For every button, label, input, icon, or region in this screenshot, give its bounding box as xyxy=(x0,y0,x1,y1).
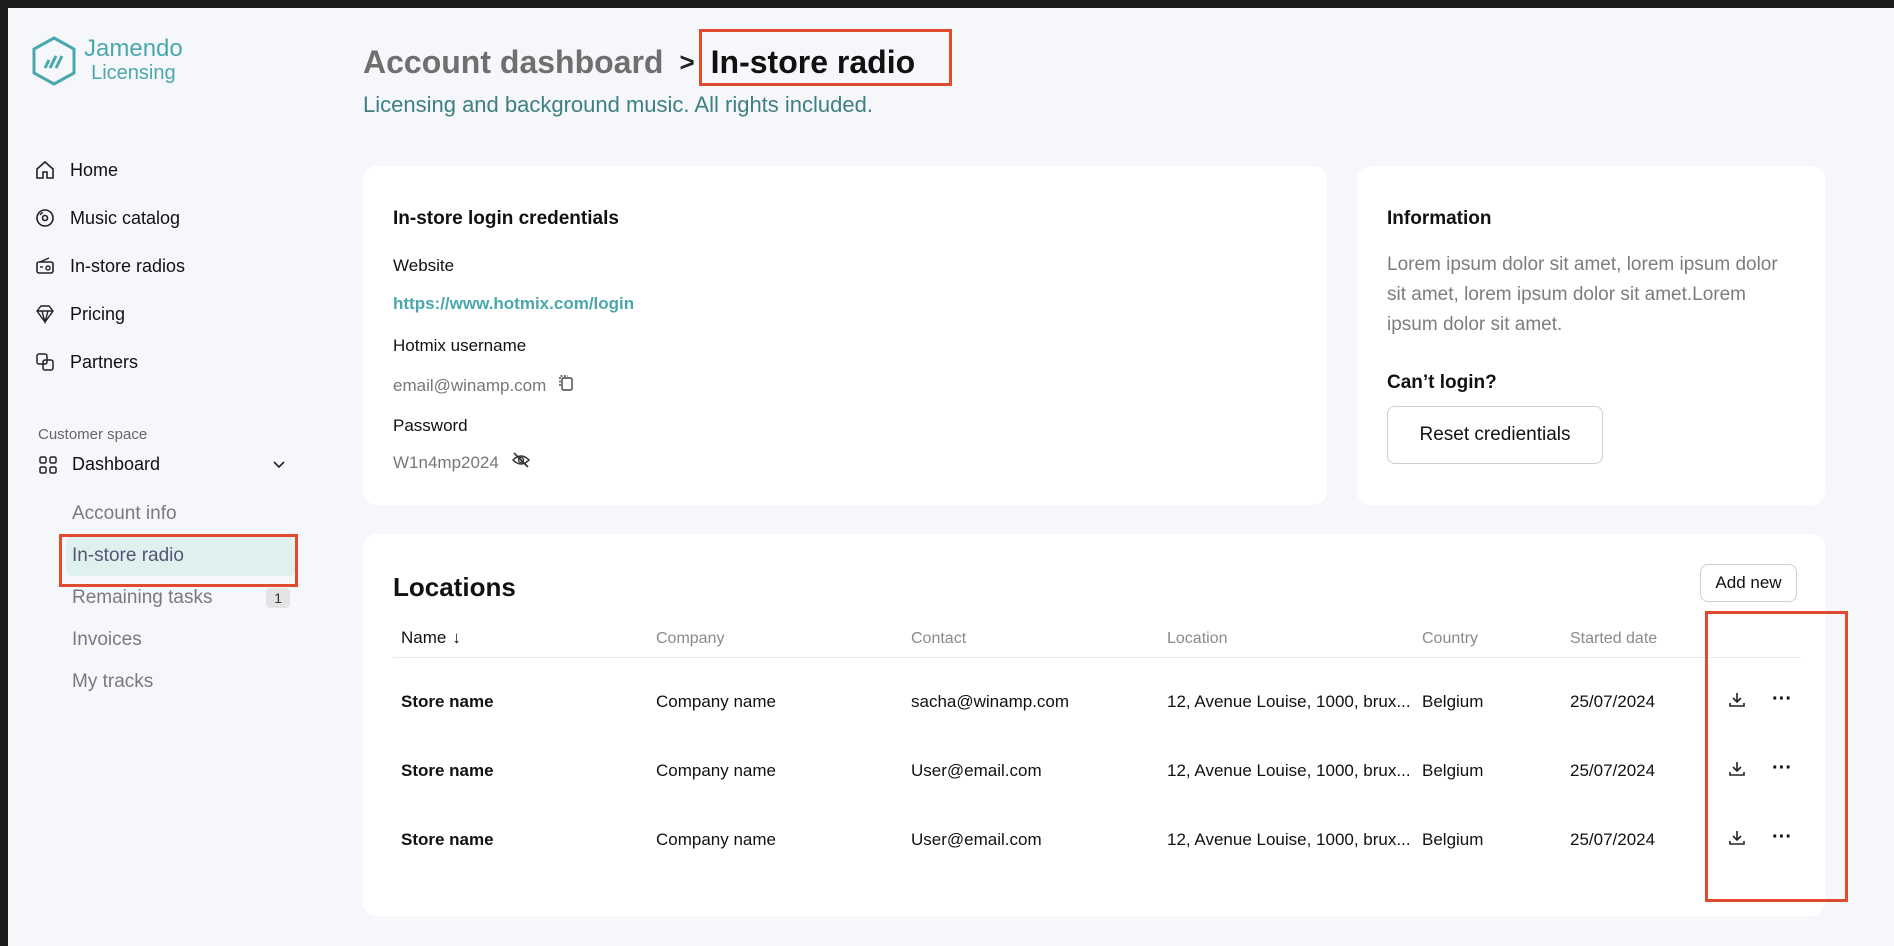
cell-contact: User@email.com xyxy=(911,830,1042,849)
home-icon xyxy=(34,159,56,181)
sidebar-item-in-store-radios[interactable]: In-store radios xyxy=(34,242,294,290)
table-row[interactable]: Store name Company name User@email.com 1… xyxy=(393,737,1801,806)
column-header-contact[interactable]: Contact xyxy=(911,630,966,648)
jamendo-logo-icon xyxy=(32,36,76,86)
information-card: Information Lorem ipsum dolor sit amet, … xyxy=(1357,166,1825,505)
cell-started-date: 25/07/2024 xyxy=(1570,830,1656,849)
cell-name: Store name xyxy=(401,761,494,780)
column-header-location[interactable]: Location xyxy=(1167,630,1228,648)
sidebar-item-label: Home xyxy=(70,159,119,180)
information-text: Lorem ipsum dolor sit amet, lorem ipsum … xyxy=(1387,254,1778,335)
brand-logo[interactable]: Jamendo Licensing xyxy=(32,36,183,86)
sort-arrow-icon: ↓ xyxy=(452,628,461,647)
sidebar-item-dashboard[interactable]: Dashboard xyxy=(38,454,286,475)
cell-started-date: 25/07/2024 xyxy=(1570,761,1656,780)
dashboard-label: Dashboard xyxy=(72,454,161,474)
table-row[interactable]: Store name Company name User@email.com 1… xyxy=(393,806,1801,875)
sidebar-item-partners[interactable]: Partners xyxy=(34,338,294,386)
credentials-card: In-store login credentials Website https… xyxy=(363,166,1327,505)
subitem-label: My tracks xyxy=(72,671,154,692)
cell-country: Belgium xyxy=(1422,830,1484,849)
sidebar-item-pricing[interactable]: Pricing xyxy=(34,290,294,338)
sidebar-item-label: Music catalog xyxy=(70,207,181,228)
column-header-country[interactable]: Country xyxy=(1422,630,1478,648)
sidebar-item-label: Partners xyxy=(70,351,139,372)
sidebar-nav: Home Music catalog In-store radios Prici… xyxy=(34,146,294,386)
reset-credentials-button[interactable]: Reset credientials xyxy=(1387,406,1603,464)
table-row[interactable]: Store name Company name sacha@winamp.com… xyxy=(393,668,1801,737)
highlight-box-row-actions xyxy=(1705,611,1848,902)
cell-name: Store name xyxy=(401,692,494,711)
sidebar-item-label: Pricing xyxy=(70,303,126,324)
website-link[interactable]: https://www.hotmix.com/login xyxy=(393,294,634,314)
column-header-started-date[interactable]: Started date xyxy=(1570,630,1657,648)
subitem-label: Remaining tasks xyxy=(72,587,213,608)
radio-icon xyxy=(34,255,56,277)
cell-started-date: 25/07/2024 xyxy=(1570,692,1656,711)
brand-subname: Licensing xyxy=(91,62,176,84)
column-header-name[interactable]: Name ↓ xyxy=(401,628,461,648)
breadcrumb-parent[interactable]: Account dashboard xyxy=(363,44,663,81)
sidebar-item-home[interactable]: Home xyxy=(34,146,294,194)
partners-icon xyxy=(34,351,56,373)
diamond-icon xyxy=(34,303,56,325)
information-title: Information xyxy=(1387,208,1492,229)
cell-country: Belgium xyxy=(1422,692,1484,711)
breadcrumb-separator: > xyxy=(679,47,695,77)
sidebar-item-music-catalog[interactable]: Music catalog xyxy=(34,194,294,242)
username-value: email@winamp.com xyxy=(393,375,547,395)
cell-company: Company name xyxy=(656,830,777,849)
cell-company: Company name xyxy=(656,692,777,711)
app-window: Jamendo Licensing Home Music catalog In-… xyxy=(8,8,1894,946)
column-header-label: Name xyxy=(401,628,447,647)
disc-icon xyxy=(34,207,56,229)
cell-name: Store name xyxy=(401,830,494,849)
cell-contact: User@email.com xyxy=(911,761,1042,780)
website-label: Website xyxy=(393,256,455,275)
sidebar-subitem-my-tracks[interactable]: My tracks xyxy=(72,662,298,702)
sidebar-subitem-account-info[interactable]: Account info xyxy=(72,494,298,534)
add-new-button[interactable]: Add new xyxy=(1700,564,1797,602)
username-label: Hotmix username xyxy=(393,336,527,355)
grid-icon xyxy=(38,455,58,475)
cell-contact: sacha@winamp.com xyxy=(911,692,1070,711)
password-label: Password xyxy=(393,416,468,435)
credentials-title: In-store login credentials xyxy=(393,208,619,229)
subitem-label: Invoices xyxy=(72,629,142,650)
cell-country: Belgium xyxy=(1422,761,1484,780)
highlight-box-title xyxy=(699,29,952,86)
chevron-down-icon[interactable] xyxy=(272,457,286,473)
cell-location: 12, Avenue Louise, 1000, brux... xyxy=(1167,761,1411,780)
copy-icon[interactable] xyxy=(558,374,574,397)
tasks-count-badge: 1 xyxy=(266,588,290,608)
cell-location: 12, Avenue Louise, 1000, brux... xyxy=(1167,830,1411,849)
eye-off-icon[interactable] xyxy=(511,452,531,473)
customer-space-label: Customer space xyxy=(38,426,148,443)
cell-location: 12, Avenue Louise, 1000, brux... xyxy=(1167,692,1411,711)
brand-name: Jamendo xyxy=(84,35,183,62)
locations-card: Locations Add new Name ↓ Company Contact… xyxy=(363,534,1825,916)
table-header: Name ↓ Company Contact Location Country … xyxy=(393,618,1801,658)
sidebar-item-label: In-store radios xyxy=(70,255,186,276)
locations-title: Locations xyxy=(393,572,516,602)
sidebar-subitem-remaining-tasks[interactable]: Remaining tasks 1 xyxy=(72,578,298,618)
cell-company: Company name xyxy=(656,761,777,780)
page-subtitle: Licensing and background music. All righ… xyxy=(363,92,873,117)
sidebar-subitem-invoices[interactable]: Invoices xyxy=(72,620,298,660)
password-value: W1n4mp2024 xyxy=(393,452,499,472)
cant-login-heading: Can’t login? xyxy=(1387,372,1497,393)
column-header-company[interactable]: Company xyxy=(656,630,724,648)
subitem-label: Account info xyxy=(72,503,177,524)
